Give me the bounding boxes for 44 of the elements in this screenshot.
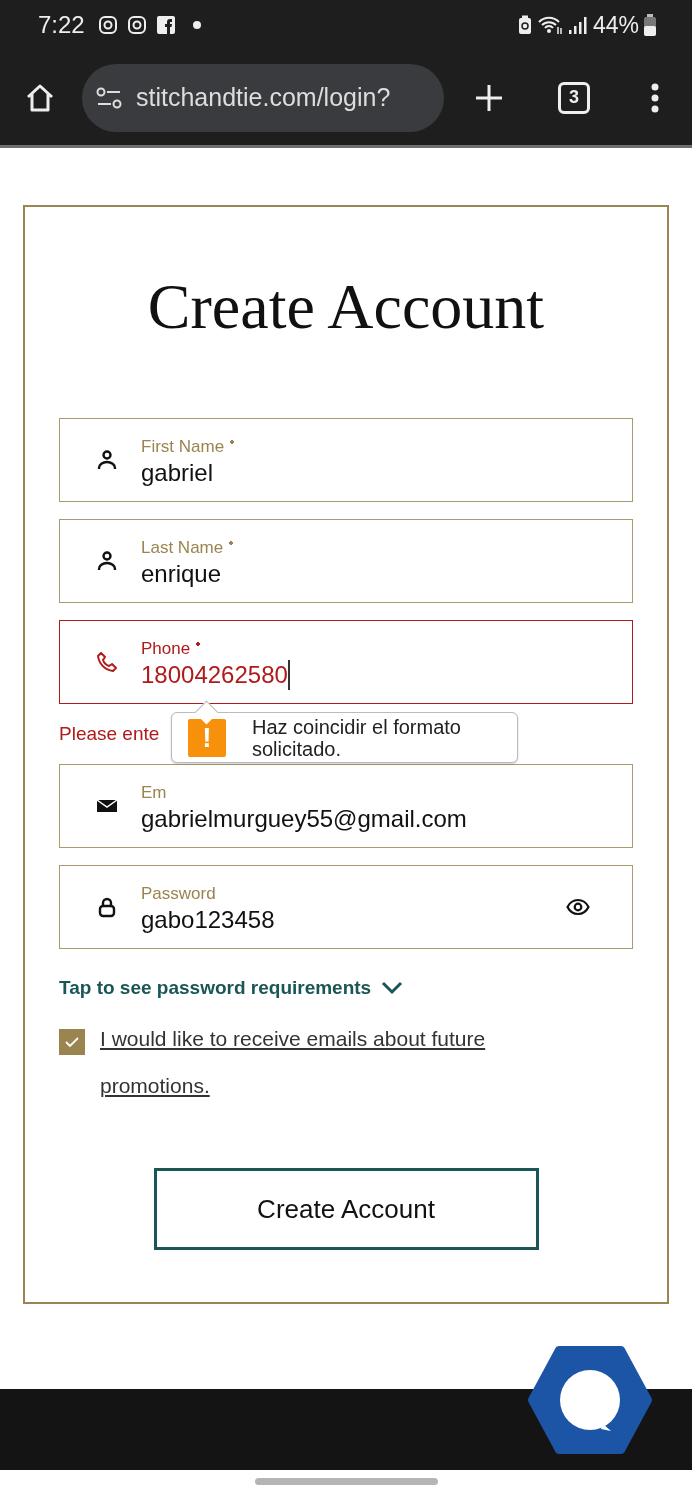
field-label: Em [141, 782, 168, 804]
wifi-icon [536, 15, 563, 35]
field-label: First Name [141, 436, 590, 458]
status-time: 7:22 [38, 11, 85, 39]
person-icon [95, 549, 119, 573]
name-field[interactable]: First Name gabriel [59, 418, 633, 502]
menu-icon[interactable] [650, 82, 660, 113]
email-field[interactable]: Em gabrielmurguey55@gmail.com [59, 764, 633, 848]
field-value: enrique [141, 559, 223, 589]
field-label: Last Name [141, 537, 590, 559]
page-title: Create Account [146, 270, 546, 344]
password-requirements-link[interactable]: Tap to see password requirements [59, 977, 372, 999]
battery-icon [644, 14, 656, 36]
chat-button[interactable] [527, 1344, 653, 1456]
warning-icon: ! [188, 718, 226, 757]
phone-icon [95, 650, 119, 674]
field-value: gabrielmurguey55@gmail.com [141, 804, 468, 834]
field-value: 18004262580 [141, 660, 290, 690]
address-bar[interactable]: stitchandtie.com/login? [82, 63, 444, 132]
field-label: Password [141, 883, 217, 905]
site-settings-icon[interactable] [96, 86, 122, 109]
phone-field[interactable]: Phone 18004262580 [59, 620, 633, 704]
chevron-down-icon[interactable] [381, 981, 404, 995]
camera-icon [97, 15, 118, 35]
checkbox-label[interactable]: I would like to receive emails about future promotions. [100, 1015, 570, 1109]
camera-icon [126, 15, 147, 35]
new-tab-icon[interactable] [474, 82, 504, 113]
field-value: gabriel [141, 458, 215, 488]
battery-percent: 44% [592, 11, 639, 39]
tab-count-button[interactable]: 3 [558, 81, 590, 114]
url-text: stitchandtie.com/login? [136, 83, 391, 112]
error-message: Please ente [59, 723, 160, 745]
signal-icon [567, 15, 588, 35]
field-label: Phone [141, 638, 590, 660]
social-icon [155, 15, 176, 35]
password-field[interactable]: Password gabo123458 [59, 865, 633, 949]
create-account-button[interactable]: Create Account [153, 1168, 539, 1250]
battery-saver-icon [517, 15, 532, 35]
name-field[interactable]: Last Name enrique [59, 519, 633, 603]
notification-dot-icon [192, 21, 201, 29]
field-value: gabo123458 [141, 905, 276, 935]
checkbox[interactable] [59, 1029, 85, 1055]
person-icon [95, 448, 119, 472]
tooltip-text: Haz coincidir el formato solicitado. [252, 715, 462, 760]
